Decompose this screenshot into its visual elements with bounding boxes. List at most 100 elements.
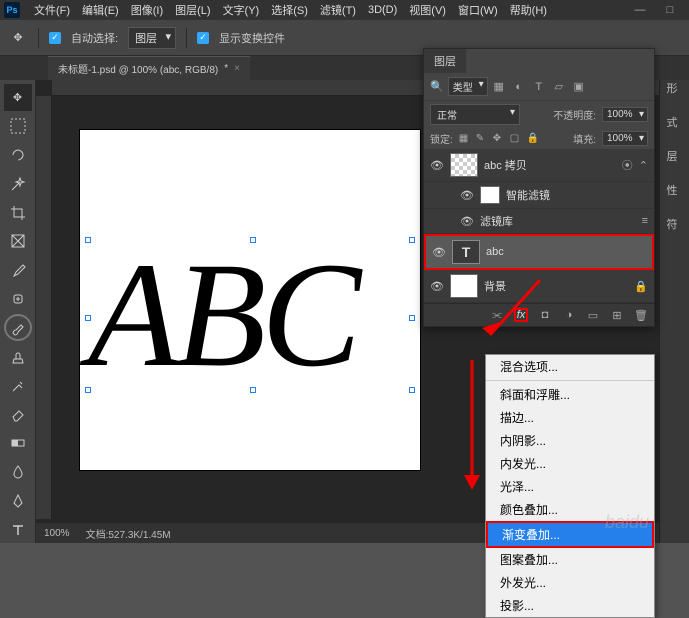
fx-menu-item-highlight[interactable]: 渐变叠加... [486, 521, 654, 548]
visibility-icon[interactable]: 👁 [432, 246, 446, 259]
panel-shortcut[interactable]: 式 [659, 114, 685, 130]
canvas-text: ABC [88, 240, 412, 390]
lock-artboard-icon[interactable]: ▢ [510, 133, 522, 145]
adjustment-layer-icon[interactable]: ◑ [562, 308, 576, 322]
layer-item[interactable]: 👁 abc 拷贝 ⦿ ⌃ [424, 149, 654, 182]
healing-tool[interactable] [4, 286, 32, 313]
lasso-tool[interactable] [4, 142, 32, 169]
layer-style-menu: 混合选项... 斜面和浮雕... 描边... 内阴影... 内发光... 光泽.… [485, 354, 655, 618]
blur-tool[interactable] [4, 459, 32, 486]
layers-tab[interactable]: 图层 [424, 49, 466, 73]
fill-label: 填充: [573, 131, 596, 146]
menu-image[interactable]: 图像(I) [125, 0, 169, 20]
fill-input[interactable]: 100% [602, 131, 648, 146]
show-transform-checkbox[interactable]: ✓ [197, 32, 209, 44]
menu-help[interactable]: 帮助(H) [504, 0, 553, 20]
menu-window[interactable]: 窗口(W) [452, 0, 504, 20]
menu-select[interactable]: 选择(S) [265, 0, 314, 20]
layer-item[interactable]: 👁 背景 🔒 [424, 270, 654, 303]
delete-layer-icon[interactable]: 🗑 [634, 308, 648, 322]
search-icon[interactable]: 🔍 [430, 80, 444, 93]
fx-menu-item[interactable]: 内阴影... [486, 429, 654, 452]
filter-type-icon[interactable]: T [532, 80, 546, 94]
menu-type[interactable]: 文字(Y) [217, 0, 266, 20]
layer-sub-item[interactable]: 👁 滤镜库 ≡ [424, 209, 654, 234]
fx-menu-item[interactable]: 斜面和浮雕... [486, 383, 654, 406]
zoom-level[interactable]: 100% [44, 528, 70, 539]
auto-select-checkbox[interactable]: ✓ [49, 32, 61, 44]
brush-tool[interactable] [4, 314, 32, 341]
ruler-vertical[interactable] [36, 96, 52, 519]
panel-shortcut[interactable]: 层 [659, 148, 685, 164]
lock-transparency-icon[interactable]: ▦ [459, 133, 471, 145]
layer-name: 背景 [484, 278, 628, 294]
eraser-tool[interactable] [4, 401, 32, 428]
fx-menu-item[interactable]: 颜色叠加... [486, 498, 654, 521]
lock-all-icon[interactable]: 🔒 [527, 133, 539, 145]
menu-view[interactable]: 视图(V) [403, 0, 452, 20]
lock-pixels-icon[interactable]: ✎ [476, 133, 488, 145]
layer-fx-button[interactable]: fx [514, 308, 528, 322]
filter-smart-icon[interactable]: ▣ [572, 80, 586, 94]
visibility-icon[interactable]: 👁 [430, 159, 444, 172]
move-tool[interactable]: ✥ [4, 84, 32, 111]
fx-menu-item[interactable]: 外发光... [486, 571, 654, 594]
eyedropper-tool[interactable] [4, 257, 32, 284]
layer-list: 👁 abc 拷贝 ⦿ ⌃ 👁 智能滤镜 👁 滤镜库 ≡ 👁 T abc 👁 背景… [424, 149, 654, 303]
clone-stamp-tool[interactable] [4, 343, 32, 370]
layer-thumbnail [450, 274, 478, 298]
filter-shape-icon[interactable]: ▱ [552, 80, 566, 94]
menu-filter[interactable]: 滤镜(T) [314, 0, 362, 20]
panel-shortcut[interactable]: 符 [659, 216, 685, 232]
layers-panel: 图层 🔍 类型 ▦ ◐ T ▱ ▣ 正常 不透明度: 100% 锁定: ▦ ✎ … [423, 48, 655, 327]
opacity-input[interactable]: 100% [602, 107, 648, 122]
expand-icon[interactable]: ⌃ [639, 159, 648, 172]
filter-adjust-icon[interactable]: ◐ [512, 80, 526, 94]
menu-3d[interactable]: 3D(D) [362, 2, 403, 18]
filter-pixel-icon[interactable]: ▦ [492, 80, 506, 94]
blend-mode-select[interactable]: 正常 [430, 104, 520, 125]
fx-menu-item[interactable]: 图案叠加... [486, 548, 654, 571]
visibility-icon[interactable]: 👁 [460, 189, 474, 202]
layer-name: abc [486, 246, 646, 258]
fx-menu-item[interactable]: 光泽... [486, 475, 654, 498]
menu-layer[interactable]: 图层(L) [169, 0, 216, 20]
panel-shortcut[interactable]: 性 [659, 182, 685, 198]
frame-tool[interactable] [4, 228, 32, 255]
filter-type-select[interactable]: 类型 [448, 77, 488, 96]
menu-edit[interactable]: 编辑(E) [76, 0, 125, 20]
link-layers-icon[interactable]: ⫘ [490, 308, 504, 322]
fx-menu-item[interactable]: 投影... [486, 594, 654, 617]
move-tool-icon: ✥ [8, 28, 28, 48]
type-tool[interactable] [4, 516, 32, 543]
visibility-icon[interactable]: 👁 [460, 215, 474, 228]
marquee-tool[interactable] [4, 113, 32, 140]
crop-tool[interactable] [4, 199, 32, 226]
layer-sub-item[interactable]: 👁 智能滤镜 [424, 182, 654, 209]
text-layer-bounds[interactable]: ABC [88, 240, 412, 390]
lock-position-icon[interactable]: ✥ [493, 133, 505, 145]
fx-menu-item[interactable]: 内发光... [486, 452, 654, 475]
filter-settings-icon[interactable]: ≡ [642, 215, 648, 227]
document-tab[interactable]: 未标题-1.psd @ 100% (abc, RGB/8) * × [48, 56, 250, 80]
auto-select-target[interactable]: 图层 [128, 27, 176, 49]
close-icon[interactable]: × [234, 63, 240, 74]
visibility-icon[interactable]: 👁 [430, 280, 444, 293]
pen-tool[interactable] [4, 487, 32, 514]
fx-menu-item[interactable]: 描边... [486, 406, 654, 429]
layer-item-selected[interactable]: 👁 T abc [424, 234, 654, 270]
menu-file[interactable]: 文件(F) [28, 0, 76, 20]
canvas[interactable]: ABC [80, 130, 420, 470]
auto-select-label: 自动选择: [71, 30, 118, 46]
magic-wand-tool[interactable] [4, 170, 32, 197]
group-icon[interactable]: ▭ [586, 308, 600, 322]
fx-menu-item[interactable]: 混合选项... [486, 355, 654, 378]
panel-shortcut[interactable]: 形 [659, 80, 685, 96]
add-mask-icon[interactable]: ◘ [538, 308, 552, 322]
window-maximize[interactable]: □ [655, 1, 685, 19]
history-brush-tool[interactable] [4, 372, 32, 399]
menu-bar: Ps 文件(F) 编辑(E) 图像(I) 图层(L) 文字(Y) 选择(S) 滤… [0, 0, 689, 20]
window-minimize[interactable]: — [625, 1, 655, 19]
gradient-tool[interactable] [4, 430, 32, 457]
new-layer-icon[interactable]: ⊞ [610, 308, 624, 322]
